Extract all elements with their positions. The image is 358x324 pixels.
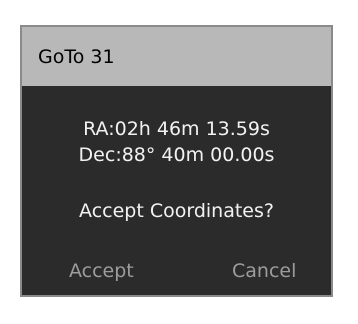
dialog-titlebar: GoTo 31 bbox=[22, 27, 331, 86]
cancel-button[interactable]: Cancel bbox=[232, 259, 296, 283]
ra-coordinate: RA:02h 46m 13.59s bbox=[83, 118, 270, 140]
accept-button[interactable]: Accept bbox=[69, 259, 134, 283]
dec-coordinate: Dec:88° 40m 00.00s bbox=[78, 144, 275, 166]
accept-coordinates-question: Accept Coordinates? bbox=[79, 200, 274, 222]
dialog-title: GoTo 31 bbox=[38, 45, 115, 68]
goto-dialog: GoTo 31 RA:02h 46m 13.59s Dec:88° 40m 00… bbox=[20, 25, 333, 297]
